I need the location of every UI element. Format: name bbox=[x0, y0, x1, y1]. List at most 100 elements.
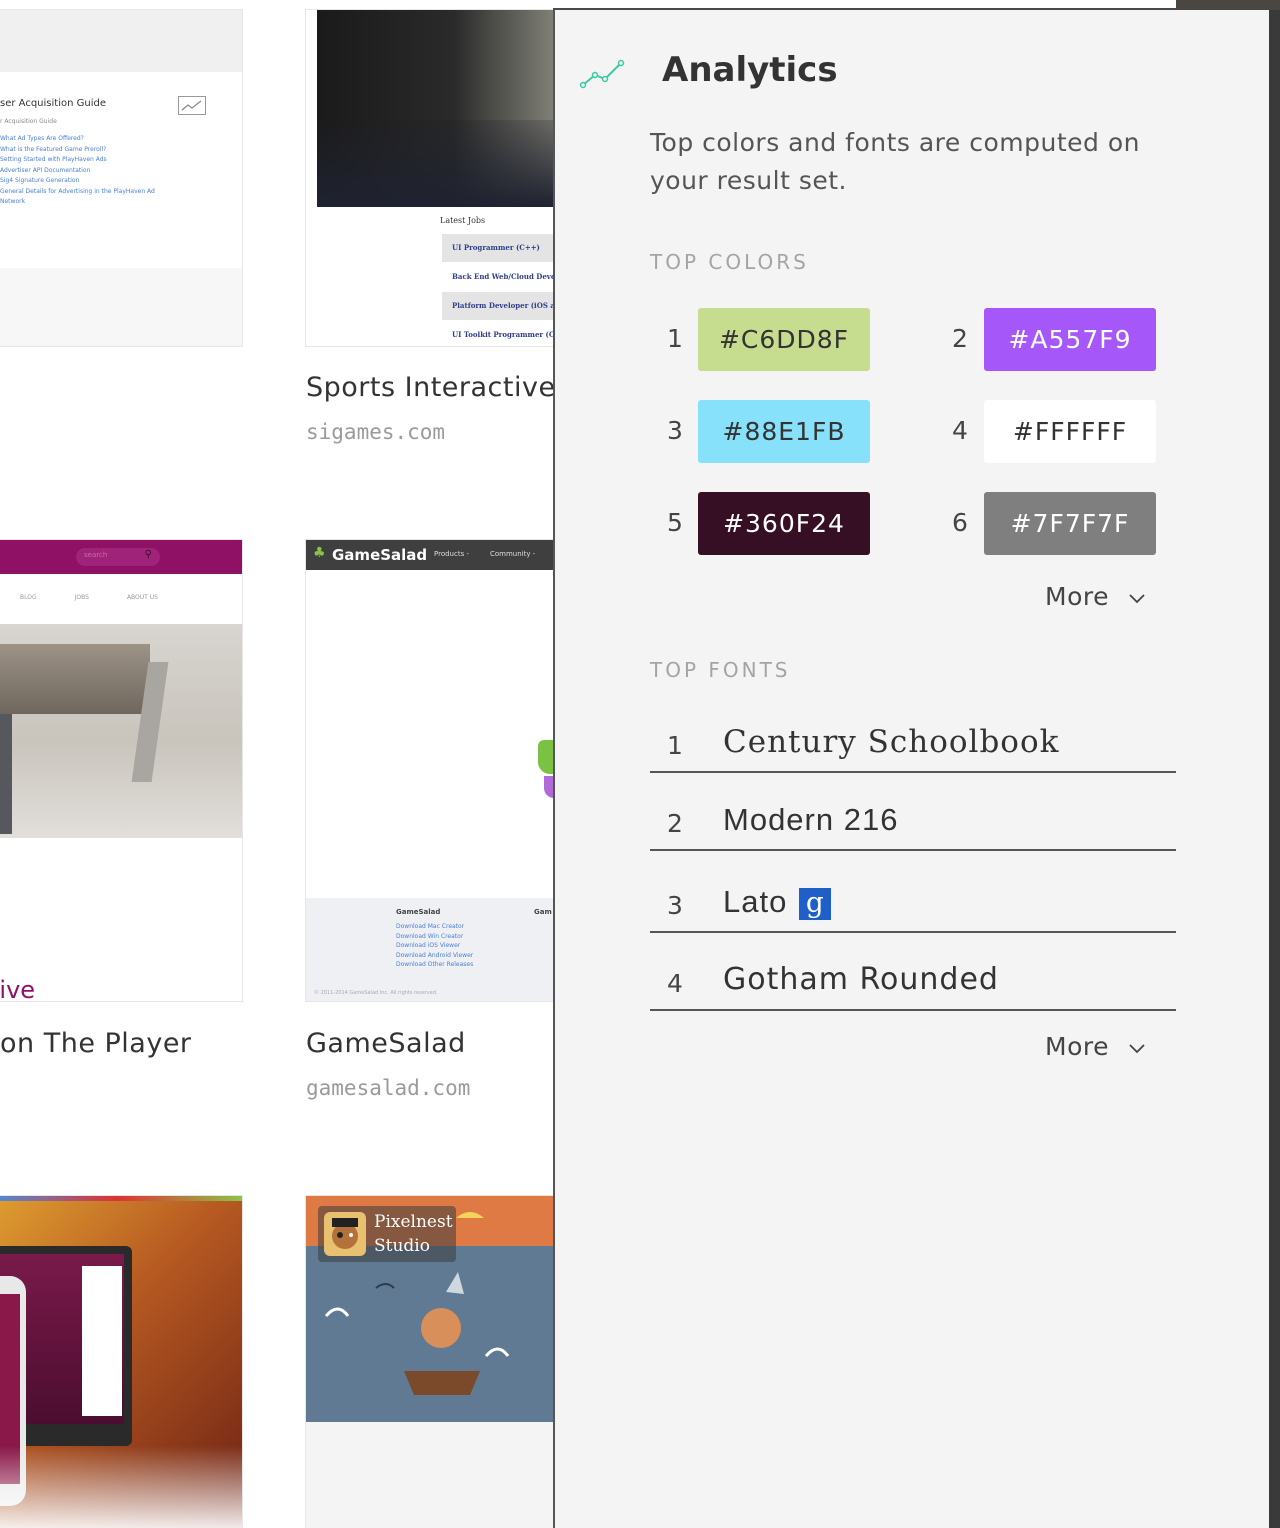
chart-icon bbox=[178, 96, 206, 115]
color-swatch[interactable]: #C6DD8F bbox=[698, 308, 870, 371]
color-rank: 6 bbox=[952, 508, 968, 537]
gs-link: Download Other Releases bbox=[396, 961, 474, 968]
color-swatch[interactable]: #FFFFFF bbox=[984, 400, 1156, 463]
result-thumbnail[interactable]: search ⚲ BLOG JOBS ABOUT US tive bbox=[0, 540, 242, 1001]
card-domain[interactable]: sigames.com bbox=[306, 420, 445, 444]
card-title[interactable]: on The Player bbox=[0, 1028, 192, 1059]
job-item: Back End Web/Cloud Develop bbox=[442, 263, 553, 291]
bench-top bbox=[0, 644, 150, 714]
card-domain[interactable]: gamesalad.com bbox=[306, 1076, 470, 1100]
guide-link: General Details for Advertising in the P… bbox=[0, 187, 155, 195]
thumb-nav: BLOG JOBS ABOUT US bbox=[20, 594, 196, 601]
font-row[interactable]: 3 Lato g bbox=[650, 874, 1176, 933]
thumb-nav-item: BLOG bbox=[20, 594, 37, 601]
guide-link: Sig4 Signature Generation bbox=[0, 177, 80, 184]
color-swatch[interactable]: #360F24 bbox=[698, 492, 870, 555]
google-font-badge-icon: g bbox=[799, 887, 832, 920]
colors-more-button[interactable]: More bbox=[1045, 582, 1147, 611]
mascot-fragment bbox=[538, 740, 553, 774]
guide-title: ser Acquisition Guide bbox=[0, 98, 106, 109]
hero-shadow bbox=[317, 120, 553, 207]
color-rank: 3 bbox=[667, 416, 683, 445]
panel-scroll-edge bbox=[1269, 10, 1280, 1528]
result-thumbnail[interactable]: Latest Jobs UI Programmer (C++) Back End … bbox=[306, 10, 553, 346]
result-thumbnail[interactable]: ♣ GameSalad Products - Community - GameS… bbox=[306, 540, 553, 1001]
thumb-nav-item: JOBS bbox=[74, 594, 89, 601]
thumb-hero-image bbox=[317, 10, 553, 207]
result-thumbnail[interactable]: Pixelnest Studio bbox=[306, 1196, 553, 1528]
gs-link: Download iOS Viewer bbox=[396, 942, 461, 949]
colors-more-label: More bbox=[1045, 582, 1109, 611]
guide-links: What Ad Types Are Offered? What is the Fe… bbox=[0, 134, 155, 208]
bench-leg bbox=[0, 714, 12, 834]
mascot-fragment-purple bbox=[544, 776, 553, 798]
gs-nav-products: Products - bbox=[434, 550, 469, 558]
thumb-fade bbox=[0, 1446, 242, 1528]
fonts-more-button[interactable]: More bbox=[1045, 1032, 1147, 1061]
gs-link: Download Android Viewer bbox=[396, 951, 474, 959]
font-rank: 4 bbox=[667, 969, 683, 998]
guide-subtitle: r Acquisition Guide bbox=[0, 118, 57, 125]
chevron-down-icon bbox=[1129, 594, 1146, 604]
chevron-down-icon bbox=[1129, 1044, 1146, 1054]
thumb-partial-word: tive bbox=[0, 976, 36, 1001]
top-colors-label: TOP COLORS bbox=[650, 250, 809, 274]
color-rank: 5 bbox=[667, 508, 683, 537]
color-rank: 2 bbox=[952, 324, 968, 353]
gs-nav-community: Community - bbox=[490, 550, 536, 558]
font-row[interactable]: 2 Modern 216 bbox=[650, 796, 1176, 851]
gamesalad-header: ♣ GameSalad Products - Community - bbox=[306, 540, 553, 570]
thumb-header bbox=[0, 10, 242, 72]
thumb-search-text: search bbox=[84, 551, 108, 559]
job-item: UI Toolkit Programmer (C++ bbox=[442, 321, 553, 346]
font-rank: 3 bbox=[667, 891, 683, 920]
card-title[interactable]: Sports Interactive bbox=[306, 372, 553, 403]
gs-copyright: © 2011-2014 GameSalad Inc. All rights re… bbox=[314, 990, 438, 996]
color-rank: 1 bbox=[667, 324, 683, 353]
thumb-nav-item: ABOUT US bbox=[126, 594, 158, 601]
font-name: Modern 216 bbox=[723, 802, 899, 837]
font-name: Lato g bbox=[723, 884, 832, 920]
jobs-list: UI Programmer (C++) Back End Web/Cloud De… bbox=[442, 234, 553, 346]
guide-link: What is the Featured Game Preroll? bbox=[0, 145, 107, 153]
gs-footer-title: GameSalad bbox=[396, 908, 441, 916]
search-icon: ⚲ bbox=[144, 549, 152, 560]
guide-link: Network bbox=[0, 198, 26, 205]
sea-illustration bbox=[324, 1212, 510, 1395]
gamesalad-footer: GameSalad Gam Download Mac Creator Downlo… bbox=[306, 898, 553, 1001]
font-row[interactable]: 1 Century Schoolbook bbox=[650, 716, 1176, 773]
thumb-color-strip bbox=[0, 1196, 242, 1201]
monitor-panel bbox=[82, 1266, 122, 1416]
trend-line-icon bbox=[579, 59, 625, 89]
font-rank: 2 bbox=[667, 809, 683, 838]
card-title[interactable]: GameSalad bbox=[306, 1028, 466, 1059]
pixelnest-image: Pixelnest Studio bbox=[306, 1196, 553, 1422]
color-swatch[interactable]: #88E1FB bbox=[698, 400, 870, 463]
fonts-more-label: More bbox=[1045, 1032, 1109, 1061]
guide-link: Advertiser API Documentation bbox=[0, 166, 91, 174]
color-swatch[interactable]: #A557F9 bbox=[984, 308, 1156, 371]
top-fonts-label: TOP FONTS bbox=[650, 658, 791, 682]
analytics-description: Top colors and fonts are computed on you… bbox=[650, 128, 1140, 195]
font-rank: 1 bbox=[667, 731, 683, 760]
job-item: Platform Developer (iOS and bbox=[442, 292, 553, 320]
gs-links: Download Mac Creator Download Win Creator… bbox=[396, 922, 473, 970]
thumb-purple-header: search ⚲ bbox=[0, 540, 242, 574]
thumb-furniture-image bbox=[0, 624, 242, 838]
results-grid: ser Acquisition Guide r Acquisition Guid… bbox=[0, 0, 553, 1528]
gs-link: Download Win Creator bbox=[396, 932, 464, 940]
analytics-title: Analytics bbox=[662, 50, 838, 90]
thumb-search-box: search ⚲ bbox=[76, 548, 160, 566]
guide-link: Setting Started with PlayHaven Ads bbox=[0, 156, 107, 163]
font-row[interactable]: 4 Gotham Rounded bbox=[650, 954, 1176, 1011]
color-rank: 4 bbox=[952, 416, 968, 445]
jobs-title: Latest Jobs bbox=[440, 216, 486, 225]
gs-link: Download Mac Creator bbox=[396, 923, 465, 930]
result-thumbnail[interactable]: ser Acquisition Guide r Acquisition Guid… bbox=[0, 10, 242, 346]
color-swatch[interactable]: #7F7F7F bbox=[984, 492, 1156, 555]
result-thumbnail[interactable] bbox=[0, 1196, 242, 1528]
gamesalad-logo: GameSalad bbox=[332, 546, 428, 564]
guide-link: What Ad Types Are Offered? bbox=[0, 135, 84, 142]
gamesalad-logo-icon: ♣ bbox=[313, 545, 326, 561]
gs-footer-col2: Gam bbox=[534, 908, 552, 916]
